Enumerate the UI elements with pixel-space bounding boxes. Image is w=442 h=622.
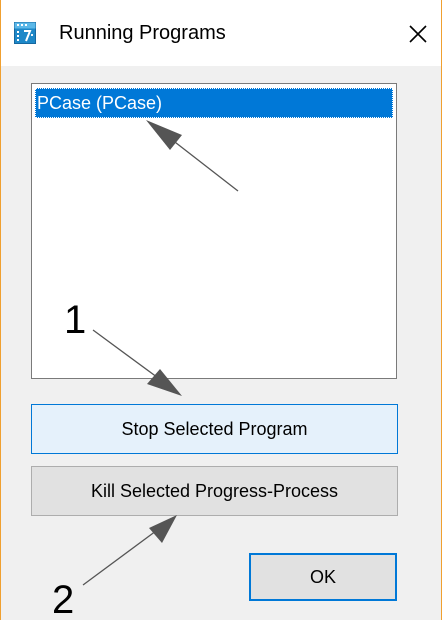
arrow-to-stop-button xyxy=(92,329,182,396)
arrow-to-list-item xyxy=(146,120,239,192)
annotation-arrows xyxy=(82,120,239,586)
arrow-to-kill-button xyxy=(82,515,177,586)
